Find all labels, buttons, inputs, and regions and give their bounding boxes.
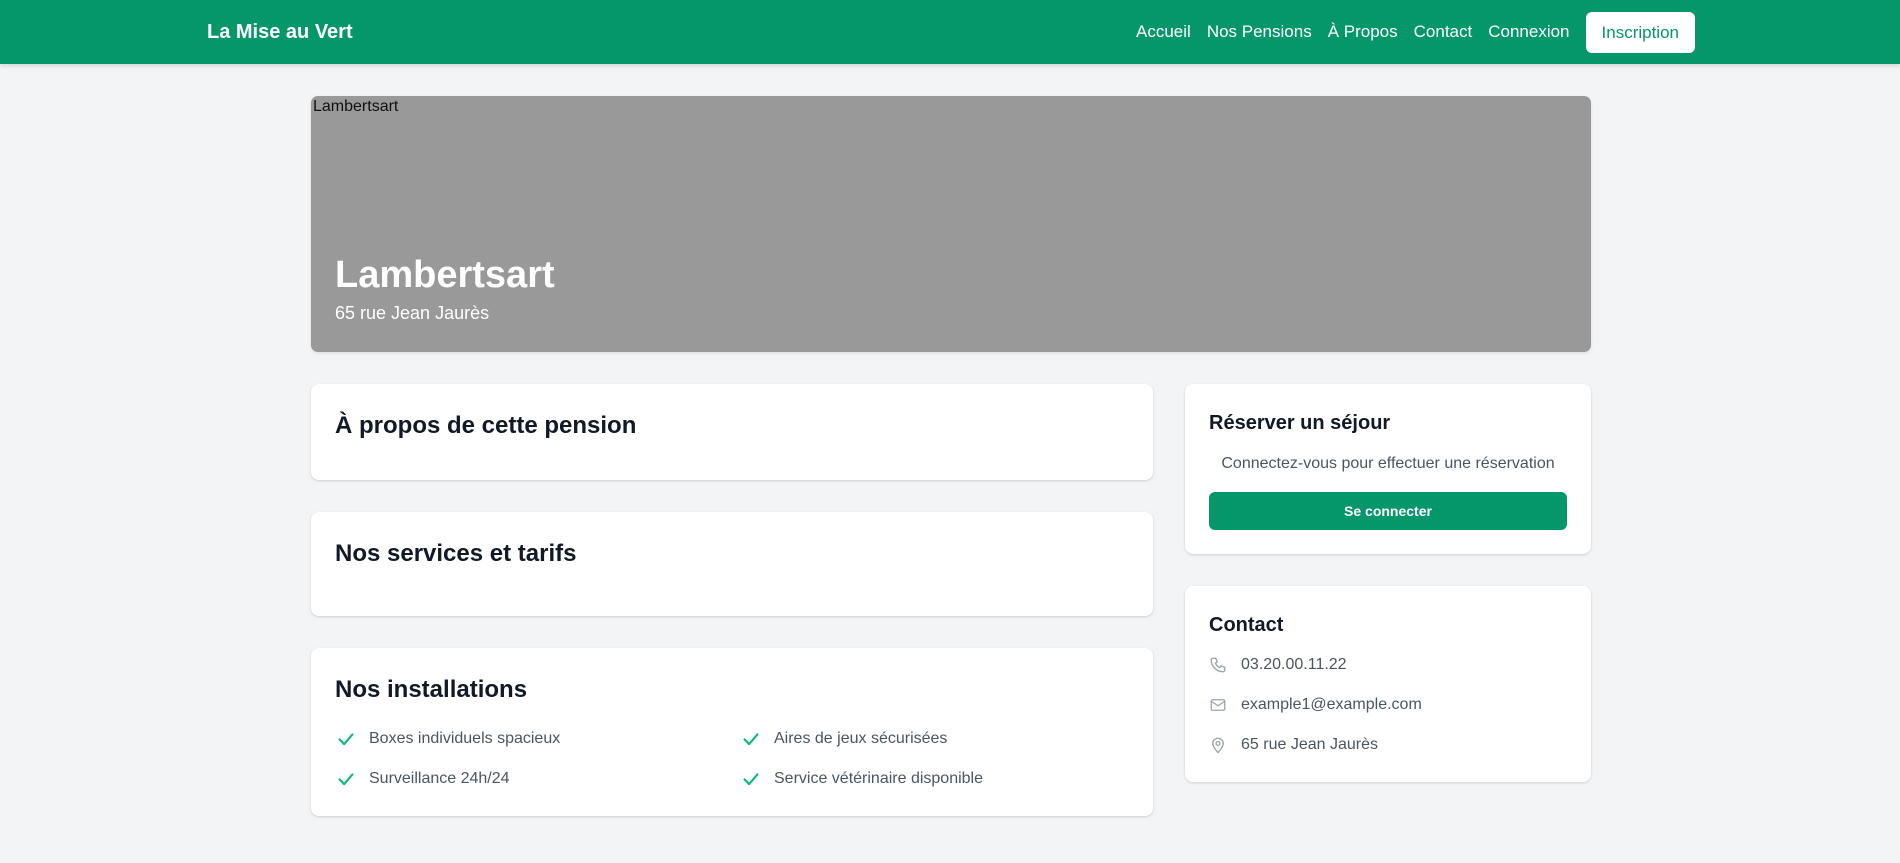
feature-label: Surveillance 24h/24 xyxy=(369,770,510,787)
brand-logo[interactable]: La Mise au Vert xyxy=(207,0,353,64)
contact-phone-value: 03.20.00.11.22 xyxy=(1241,656,1347,673)
contact-card: Contact 03.20.00.11.22 example1@example.… xyxy=(1185,586,1591,782)
nav-link-contact[interactable]: Contact xyxy=(1414,22,1473,42)
navbar: La Mise au Vert Accueil Nos Pensions À P… xyxy=(0,0,1900,64)
page-title: Lambertsart xyxy=(335,254,555,296)
hero-address: 65 rue Jean Jaurès xyxy=(335,303,490,323)
nav-link-a-propos[interactable]: À Propos xyxy=(1328,22,1398,42)
feature-item: Service vétérinaire disponible xyxy=(740,768,1135,790)
feature-item: Boxes individuels spacieux xyxy=(335,728,740,750)
check-icon xyxy=(743,733,759,746)
check-icon xyxy=(338,773,354,786)
nav-link-accueil[interactable]: Accueil xyxy=(1136,22,1191,42)
contact-address-value: 65 rue Jean Jaurès xyxy=(1241,736,1378,753)
contact-email: example1@example.com xyxy=(1209,694,1422,716)
nav-link-nos-pensions[interactable]: Nos Pensions xyxy=(1207,22,1312,42)
contact-title: Contact xyxy=(1209,614,1284,636)
feature-label: Service vétérinaire disponible xyxy=(774,770,983,787)
contact-list: 03.20.00.11.22 example1@example.com 65 r… xyxy=(1209,654,1422,756)
services-card: Nos services et tarifs xyxy=(311,512,1153,616)
check-icon xyxy=(743,773,759,786)
hero-banner: Lambertsart Lambertsart 65 rue Jean Jaur… xyxy=(311,96,1591,352)
hero-image-alt-text: Lambertsart xyxy=(313,98,399,115)
login-button[interactable]: Se connecter xyxy=(1209,492,1567,530)
nav-link-connexion[interactable]: Connexion xyxy=(1488,22,1569,42)
check-icon xyxy=(338,733,354,746)
contact-address: 65 rue Jean Jaurès xyxy=(1209,734,1422,756)
inscription-button[interactable]: Inscription xyxy=(1585,11,1695,53)
feature-item: Surveillance 24h/24 xyxy=(335,768,740,790)
map-pin-icon xyxy=(1212,737,1224,754)
feature-label: Boxes individuels spacieux xyxy=(369,730,561,747)
about-card: À propos de cette pension xyxy=(311,384,1153,480)
hero-image-placeholder: Lambertsart xyxy=(311,98,398,116)
installations-card: Nos installations Boxes individuels spac… xyxy=(311,648,1153,816)
contact-email-value: example1@example.com xyxy=(1241,696,1422,713)
reservation-card: Réserver un séjour Connectez-vous pour e… xyxy=(1185,384,1591,554)
contact-phone: 03.20.00.11.22 xyxy=(1209,654,1422,676)
feature-item: Aires de jeux sécurisées xyxy=(740,728,1135,750)
phone-icon xyxy=(1210,657,1226,673)
about-title: À propos de cette pension xyxy=(335,412,637,439)
feature-label: Aires de jeux sécurisées xyxy=(774,730,948,747)
nav-links: Accueil Nos Pensions À Propos Contact Co… xyxy=(1136,0,1695,64)
mail-icon xyxy=(1210,699,1226,711)
reservation-login-prompt: Connectez-vous pour effectuer une réserv… xyxy=(1221,455,1555,472)
reservation-title: Réserver un séjour xyxy=(1209,412,1391,434)
installations-title: Nos installations xyxy=(335,676,528,703)
features-list: Boxes individuels spacieux Aires de jeux… xyxy=(335,728,1135,790)
services-title: Nos services et tarifs xyxy=(335,540,577,567)
